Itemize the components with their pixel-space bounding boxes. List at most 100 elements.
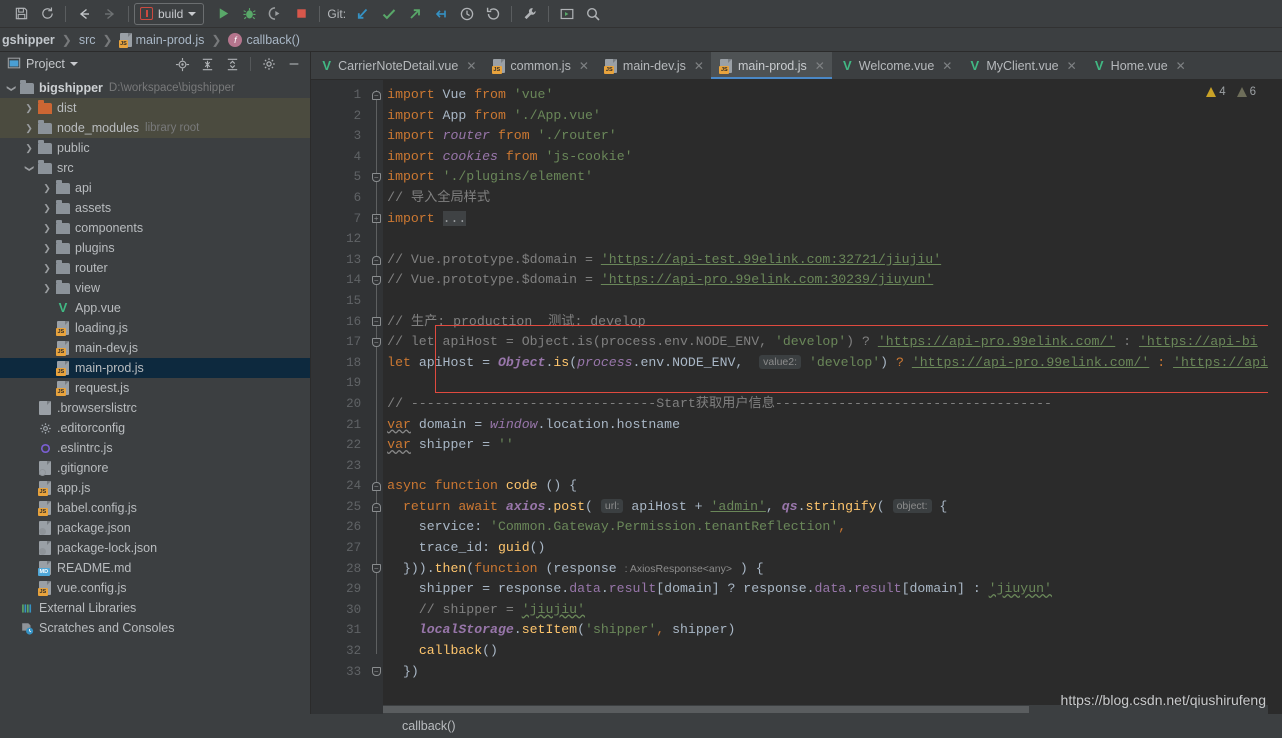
tree-node-plugins[interactable]: ❯ plugins <box>0 238 310 258</box>
code-folding-gutter[interactable]: − − + − − − − − − − − <box>369 80 384 714</box>
git-push-icon[interactable] <box>402 2 428 26</box>
tree-node--editorconfig[interactable]: .editorconfig <box>0 418 310 438</box>
chevron-down-icon[interactable] <box>69 62 78 66</box>
back-arrow-icon[interactable] <box>71 2 97 26</box>
inspection-status-badge[interactable]: 4 6 <box>1206 86 1256 98</box>
sync-icon[interactable] <box>34 2 60 26</box>
fold-toggle-icon[interactable]: − <box>369 270 383 291</box>
tab-welcome-vue[interactable]: V Welcome.vue ✕ <box>832 52 960 79</box>
fold-toggle-icon[interactable]: − <box>369 332 383 353</box>
chevron-down-icon[interactable]: ❮ <box>4 83 18 94</box>
tree-node-node-modules[interactable]: ❯ node_modules library root <box>0 118 311 138</box>
breadcrumb-item-file[interactable]: JS main-prod.js <box>118 32 207 48</box>
run-with-coverage-icon[interactable] <box>262 2 288 26</box>
run-anything-icon[interactable] <box>554 2 580 26</box>
tree-node-main-prod-js[interactable]: JS main-prod.js <box>0 358 311 378</box>
tree-node-public[interactable]: ❯ public <box>0 138 310 158</box>
project-tree[interactable]: ❮ bigshipper D:\workspace\bigshipper ❯ dist ❯… <box>0 76 311 714</box>
close-icon[interactable]: ✕ <box>579 59 589 73</box>
tree-node-package-lock-json[interactable]: package-lock.json <box>0 538 310 558</box>
code-content[interactable]: import Vue from 'vue' import App from '.… <box>383 80 1268 714</box>
close-icon[interactable]: ✕ <box>942 59 952 73</box>
tree-node-bigshipper[interactable]: ❮ bigshipper D:\workspace\bigshipper <box>0 78 310 98</box>
expand-all-icon[interactable] <box>197 54 217 74</box>
breadcrumb-item-src[interactable]: src <box>77 33 98 47</box>
tree-node-package-json[interactable]: package.json <box>0 518 310 538</box>
fold-toggle-icon[interactable]: − <box>369 312 383 333</box>
fold-toggle-icon[interactable]: − <box>369 476 383 497</box>
hide-panel-icon[interactable] <box>284 54 304 74</box>
close-icon[interactable]: ✕ <box>466 59 476 73</box>
tree-node-app-vue[interactable]: V App.vue <box>0 298 310 318</box>
chevron-down-icon[interactable]: ❮ <box>22 163 36 174</box>
locate-target-icon[interactable] <box>172 54 192 74</box>
chevron-right-icon[interactable]: ❯ <box>22 123 36 134</box>
tab-carriernotedetail-vue[interactable]: V CarrierNoteDetail.vue ✕ <box>311 52 483 79</box>
tree-node-view[interactable]: ❯ view <box>0 278 310 298</box>
tree-node--eslintrc-js[interactable]: .eslintrc.js <box>0 438 310 458</box>
tree-node--gitignore[interactable]: .gitignore <box>0 458 310 478</box>
tree-node-api[interactable]: ❯ api <box>0 178 310 198</box>
run-icon[interactable] <box>210 2 236 26</box>
scrollbar-thumb[interactable] <box>383 706 1030 713</box>
chevron-right-icon[interactable]: ❯ <box>40 283 54 294</box>
git-history-icon[interactable] <box>454 2 480 26</box>
ignored-file-icon <box>39 461 51 476</box>
tree-node-components[interactable]: ❯ components <box>0 218 310 238</box>
tree-node-assets[interactable]: ❯ assets <box>0 198 310 218</box>
run-configuration-selector[interactable]: build <box>134 2 205 25</box>
tab-common-js[interactable]: JS common.js ✕ <box>483 52 596 79</box>
chevron-right-icon[interactable]: ❯ <box>40 203 54 214</box>
chevron-right-icon[interactable]: ❯ <box>22 143 36 154</box>
tree-node-dist[interactable]: ❯ dist <box>0 98 311 118</box>
tree-node-request-js[interactable]: JS request.js <box>0 378 310 398</box>
fold-toggle-icon[interactable]: − <box>369 559 383 580</box>
search-everywhere-icon[interactable] <box>580 2 606 26</box>
tree-node--browserslistrc[interactable]: .browserslistrc <box>0 398 310 418</box>
collapse-all-icon[interactable] <box>222 54 242 74</box>
tree-node-app-js[interactable]: JS app.js <box>0 478 310 498</box>
save-icon[interactable] <box>8 2 34 26</box>
debug-icon[interactable] <box>236 2 262 26</box>
tree-node-readme-md[interactable]: MD README.md <box>0 558 310 578</box>
close-icon[interactable]: ✕ <box>815 59 825 73</box>
breadcrumb-item-function[interactable]: f callback() <box>226 32 302 47</box>
tree-node-vue-config-js[interactable]: JS vue.config.js <box>0 578 310 598</box>
fold-toggle-icon[interactable]: − <box>369 167 383 188</box>
fold-toggle-icon[interactable]: − <box>369 250 383 271</box>
chevron-right-icon[interactable]: ❯ <box>40 223 54 234</box>
chevron-right-icon[interactable]: ❯ <box>22 103 36 114</box>
tree-node-src[interactable]: ❮ src <box>0 158 310 178</box>
git-update-project-icon[interactable] <box>350 2 376 26</box>
error-stripe[interactable] <box>1268 80 1282 714</box>
fold-toggle-icon[interactable]: + <box>369 209 383 230</box>
editor-tab-bar[interactable]: V CarrierNoteDetail.vue ✕ JS common.js ✕ JS mai… <box>311 52 1282 80</box>
fold-toggle-icon[interactable]: − <box>369 497 383 518</box>
settings-wrench-icon[interactable] <box>517 2 543 26</box>
close-icon[interactable]: ✕ <box>694 59 704 73</box>
tab-myclient-vue[interactable]: V MyClient.vue ✕ <box>959 52 1083 79</box>
git-commit-icon[interactable] <box>376 2 402 26</box>
tree-node-scratches-and-consoles[interactable]: Scratches and Consoles <box>0 618 310 638</box>
tab-home-vue[interactable]: V Home.vue ✕ <box>1084 52 1193 79</box>
chevron-right-icon[interactable]: ❯ <box>40 183 54 194</box>
tree-node-external-libraries[interactable]: External Libraries <box>0 598 310 618</box>
tree-node-loading-js[interactable]: JS loading.js <box>0 318 310 338</box>
tree-node-router[interactable]: ❯ router <box>0 258 310 278</box>
git-rollback-icon[interactable] <box>480 2 506 26</box>
close-icon[interactable]: ✕ <box>1067 59 1077 73</box>
tree-node-babel-config-js[interactable]: JS babel.config.js <box>0 498 310 518</box>
close-icon[interactable]: ✕ <box>1176 59 1186 73</box>
chevron-right-icon[interactable]: ❯ <box>40 243 54 254</box>
gear-icon[interactable] <box>259 54 279 74</box>
fold-toggle-icon[interactable]: − <box>369 85 383 106</box>
breadcrumb-item-project[interactable]: gshipper <box>0 33 57 47</box>
tree-node-main-dev-js[interactable]: JS main-dev.js <box>0 338 310 358</box>
git-rebase-icon[interactable] <box>428 2 454 26</box>
tab-main-dev-js[interactable]: JS main-dev.js ✕ <box>596 52 711 79</box>
stop-icon[interactable] <box>288 2 314 26</box>
chevron-right-icon[interactable]: ❯ <box>40 263 54 274</box>
fold-toggle-icon[interactable]: − <box>369 662 383 683</box>
forward-arrow-icon[interactable] <box>97 2 123 26</box>
tab-main-prod-js[interactable]: JS main-prod.js ✕ <box>710 52 832 79</box>
